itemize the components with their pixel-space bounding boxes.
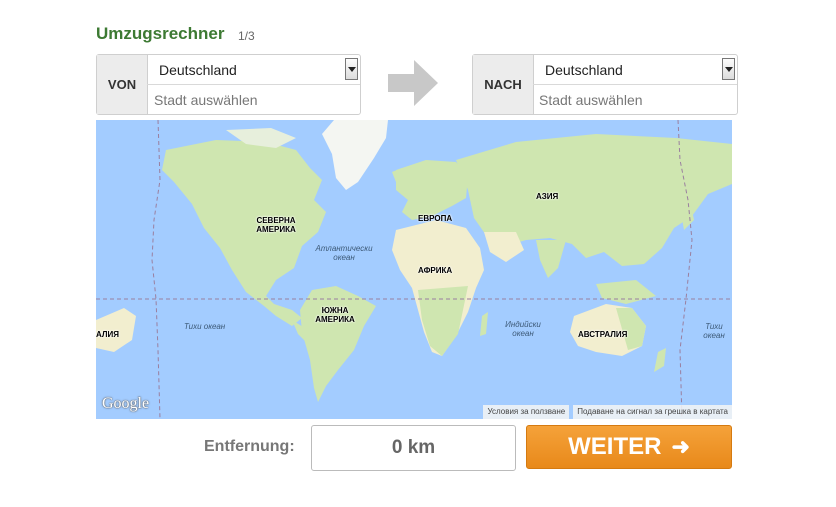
next-button-label: WEITER [568, 433, 662, 460]
to-label: NACH [473, 55, 534, 114]
label-asia: АЗИЯ [536, 192, 559, 201]
label-indian-ocean: Индийски океан [505, 320, 541, 338]
distance-value: 0 km [311, 425, 516, 471]
label-pacific-ocean-left: Тихи океан [184, 322, 226, 331]
map-report-error-link[interactable]: Подаване на сигнал за грешка в картата [573, 405, 732, 419]
label-australia-left: АЛИЯ [96, 330, 119, 339]
from-location-box: VON Deutschland Stadt auswählen [96, 54, 361, 115]
google-logo: Google [102, 395, 150, 412]
from-country-value: Deutschland [159, 62, 237, 78]
arrow-right-icon [388, 60, 438, 106]
from-label: VON [97, 55, 148, 114]
label-pacific-ocean-right: Тихи океан [703, 322, 725, 340]
step-indicator: 1/3 [238, 29, 255, 43]
label-africa: АФРИКА [418, 266, 453, 275]
arrow-right-icon: ➜ [671, 434, 690, 459]
label-north-america: СЕВЕРНА АМЕРИКА [256, 216, 296, 234]
label-australia: АВСТРАЛИЯ [578, 330, 628, 339]
map-footer: Условия за ползване Подаване на сигнал з… [479, 405, 732, 419]
page-title: Umzugsrechner [96, 24, 225, 43]
chevron-down-icon[interactable] [722, 58, 735, 80]
world-map[interactable]: СЕВЕРНА АМЕРИКА ЮЖНА АМЕРИКА ЕВРОПА АЗИЯ… [96, 120, 732, 419]
world-map-graphic [96, 120, 732, 419]
map-terms-link[interactable]: Условия за ползване [483, 405, 570, 419]
chevron-down-icon[interactable] [345, 58, 358, 80]
from-country-select[interactable]: Deutschland [147, 55, 360, 85]
to-location-box: NACH Deutschland Stadt auswählen [472, 54, 738, 115]
to-country-value: Deutschland [545, 62, 623, 78]
from-city-input[interactable]: Stadt auswählen [154, 92, 258, 108]
next-button[interactable]: WEITER ➜ [526, 425, 732, 469]
to-city-input[interactable]: Stadt auswählen [539, 92, 643, 108]
to-country-select[interactable]: Deutschland [533, 55, 737, 85]
label-south-america: ЮЖНА АМЕРИКА [315, 306, 355, 324]
label-atlantic-ocean: Атлантически океан [315, 244, 373, 262]
distance-label: Entfernung: [204, 438, 295, 455]
label-europe: ЕВРОПА [418, 214, 453, 223]
